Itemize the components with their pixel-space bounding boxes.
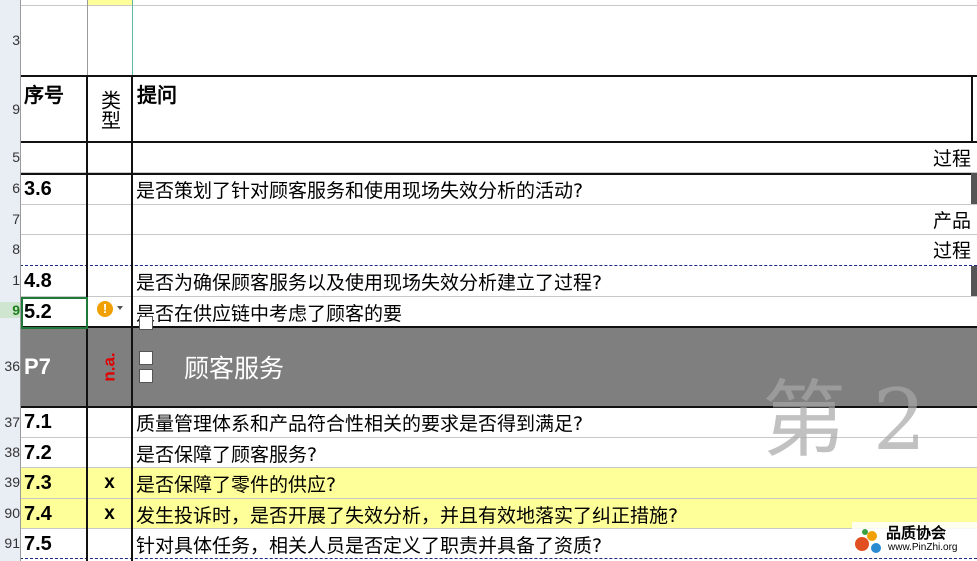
item-number[interactable]: 5.2 (21, 297, 88, 327)
row-number[interactable]: 1 (0, 272, 20, 288)
row-number[interactable]: 8 (0, 241, 20, 257)
question-text[interactable]: 是否保障了零件的供应? (133, 468, 972, 498)
category-label[interactable]: 产品 (134, 204, 977, 235)
item-number[interactable]: 7.1 (21, 407, 88, 437)
chevron-down-icon[interactable] (117, 306, 123, 310)
row-number[interactable]: 5 (0, 149, 20, 165)
logo-url: www.PinZhi.org (888, 542, 958, 553)
logo-name: 品质协会 (886, 524, 947, 542)
row-number[interactable]: 91 (0, 535, 20, 551)
question-text[interactable]: 发生投诉时，是否开展了失效分析，并且有效地落实了纠正措施? (133, 499, 972, 529)
row-number[interactable]: 39 (0, 474, 20, 490)
question-text[interactable]: 质量管理体系和产品符合性相关的要求是否得到满足? (133, 407, 972, 437)
row-number[interactable]: 36 (0, 358, 20, 374)
checkbox[interactable] (139, 351, 153, 365)
grid-line (132, 0, 133, 75)
question-text[interactable]: 是否在供应链中考虑了顾客的要 (133, 297, 972, 327)
item-number[interactable]: 7.5 (21, 529, 88, 559)
question-text[interactable]: 是否保障了顾客服务? (133, 438, 972, 468)
row-number[interactable]: 90 (0, 505, 20, 521)
na-label: n.a. (99, 352, 119, 382)
grid-line (20, 75, 977, 77)
type-mark[interactable]: x (88, 468, 131, 498)
item-number[interactable]: 7.4 (21, 499, 88, 529)
question-text[interactable]: 针对具体任务，相关人员是否定义了职责并具备了资质? (133, 529, 972, 559)
checkbox[interactable] (139, 369, 153, 383)
grid-line (20, 5, 977, 6)
row-number[interactable]: 9 (0, 101, 20, 117)
site-logo: 品质协会 www.PinZhi.org (852, 522, 977, 558)
column-header-seq: 序号 (24, 82, 64, 107)
checkbox[interactable] (139, 316, 153, 330)
warning-icon[interactable]: ! (97, 301, 113, 317)
type-mark[interactable]: x (88, 499, 131, 529)
column-header-question: 提问 (137, 82, 177, 107)
row-number[interactable]: 3 (0, 32, 20, 48)
item-number[interactable]: 7.2 (21, 438, 88, 468)
category-label[interactable]: 过程 (134, 234, 977, 265)
item-number[interactable]: 4.8 (21, 266, 88, 296)
item-number[interactable]: 3.6 (21, 174, 88, 204)
section-number: P7 (24, 354, 51, 379)
question-text[interactable]: 是否策划了针对顾客服务和使用现场失效分析的活动? (133, 174, 972, 204)
grid-line (971, 75, 973, 141)
row-number-active[interactable]: 9 (0, 302, 20, 318)
logo-icon (855, 529, 881, 553)
row-number[interactable]: 7 (0, 211, 20, 227)
item-number[interactable]: 7.3 (21, 468, 88, 498)
column-header-type: 类型 (97, 90, 122, 130)
grid-line (87, 0, 88, 75)
question-text[interactable]: 是否为确保顾客服务以及使用现场失效分析建立了过程? (133, 266, 972, 296)
row-number[interactable]: 38 (0, 444, 20, 460)
section-title: 顾客服务 (184, 354, 285, 383)
category-label[interactable]: 过程 (134, 142, 977, 173)
section-type-cell: n.a. (88, 327, 131, 407)
row-number[interactable]: 6 (0, 180, 20, 196)
row-number[interactable]: 37 (0, 414, 20, 430)
